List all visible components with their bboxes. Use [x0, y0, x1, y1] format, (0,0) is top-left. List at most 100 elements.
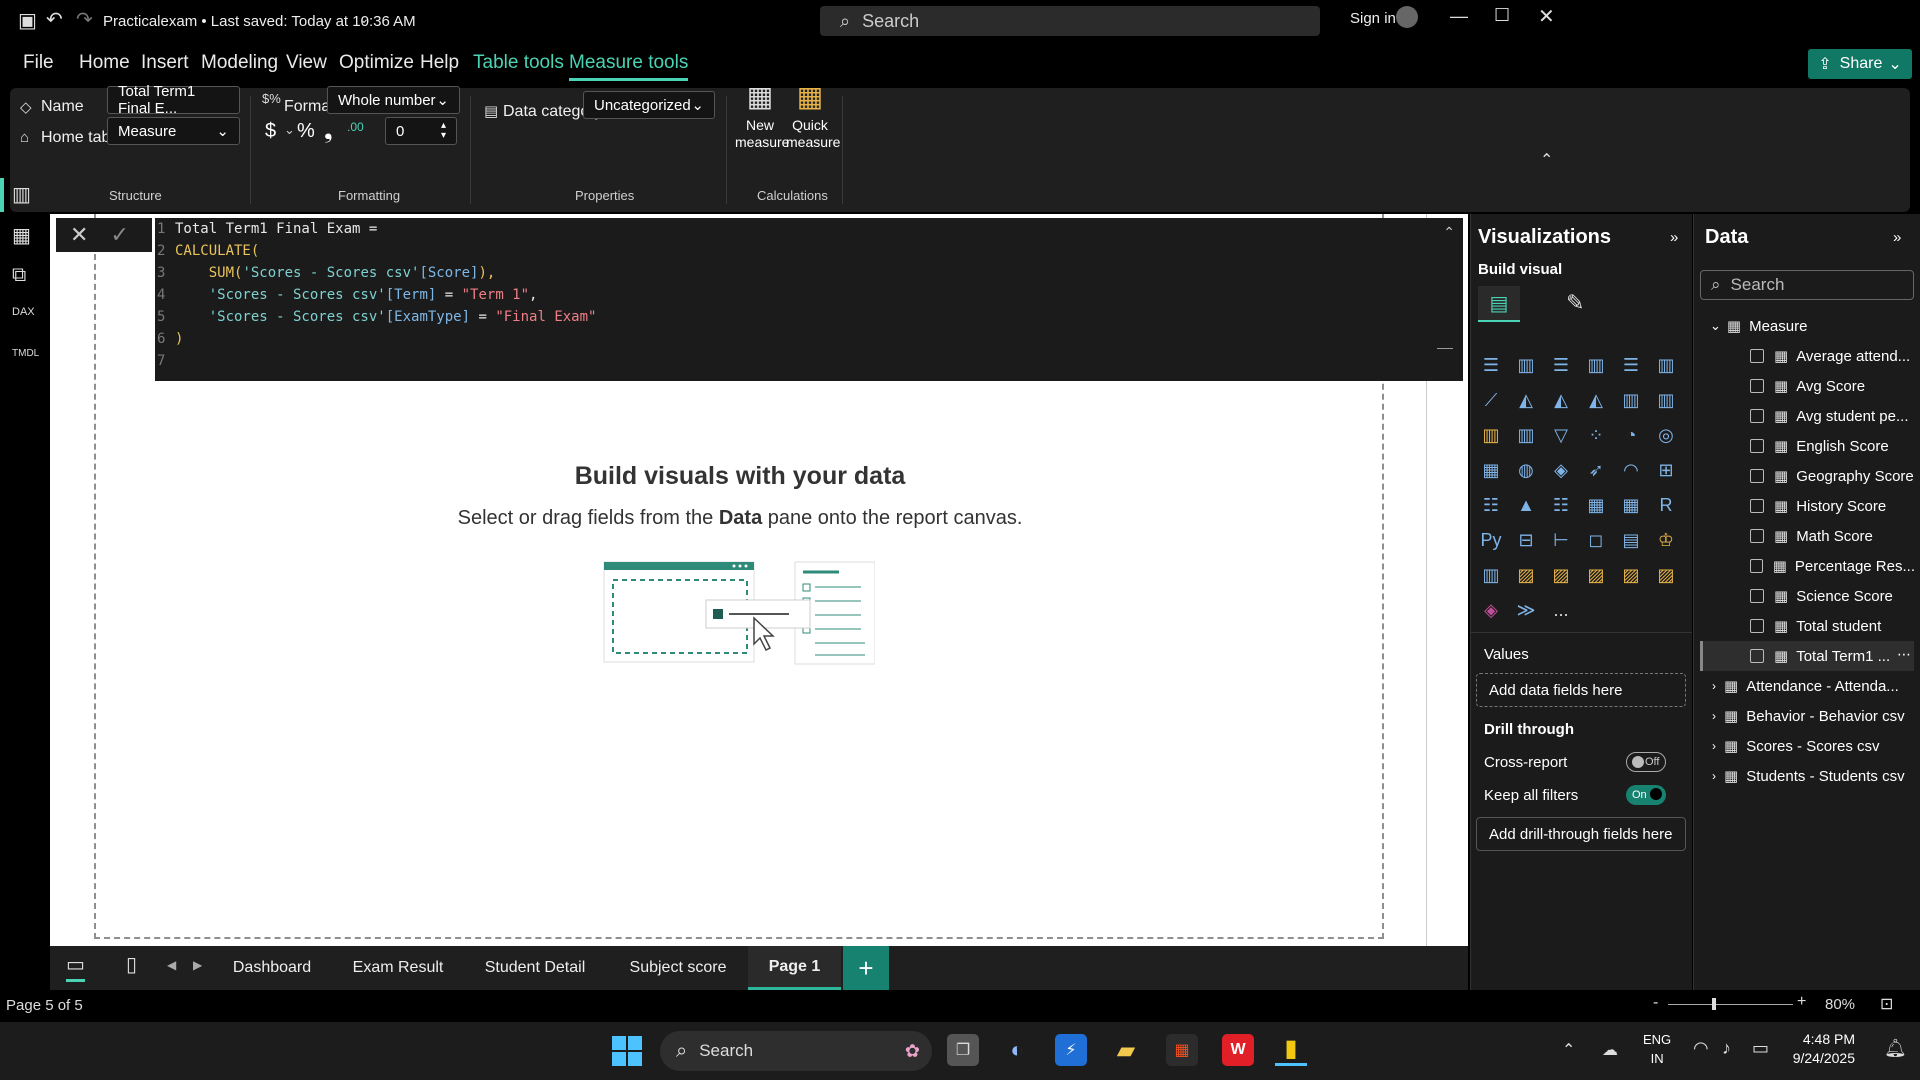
- format-visual-tab-icon[interactable]: ✎: [1566, 290, 1584, 316]
- checkbox[interactable]: [1750, 439, 1764, 453]
- app-icon[interactable]: ⚡: [1055, 1034, 1087, 1066]
- list-item[interactable]: ▦ English Score: [1750, 431, 1915, 461]
- tab-page-1[interactable]: Page 1: [748, 946, 841, 990]
- power-bi-icon[interactable]: ▮: [1275, 1034, 1307, 1066]
- cross-report-toggle[interactable]: Off: [1626, 752, 1666, 772]
- table-node-scores[interactable]: › ▦ Scores - Scores csv: [1712, 731, 1917, 761]
- tmdl-view-icon[interactable]: TMDL: [12, 348, 39, 359]
- goals-icon[interactable]: ♔: [1653, 527, 1679, 553]
- task-view-icon[interactable]: ❐: [947, 1034, 979, 1066]
- 100-stacked-area-chart-icon[interactable]: ◭: [1583, 387, 1609, 413]
- store-icon[interactable]: ▦: [1166, 1034, 1198, 1066]
- tab-student-detail[interactable]: Student Detail: [470, 946, 600, 990]
- maximize-icon[interactable]: ☐: [1494, 5, 1510, 26]
- custom-visual-1-icon[interactable]: ▨: [1583, 562, 1609, 588]
- add-page-button[interactable]: +: [843, 946, 889, 990]
- more-visuals-icon[interactable]: ...: [1548, 597, 1574, 623]
- volume-icon[interactable]: ♪: [1722, 1038, 1731, 1059]
- list-item[interactable]: ▦ Avg Score: [1750, 371, 1915, 401]
- decimal-icon[interactable]: .00: [347, 120, 364, 134]
- avatar[interactable]: [1396, 6, 1418, 28]
- collapse-pane-icon[interactable]: »: [1893, 229, 1901, 246]
- multi-row-card-icon[interactable]: ☷: [1478, 492, 1504, 518]
- tab-subject-score[interactable]: Subject score: [618, 946, 738, 990]
- data-search-input[interactable]: ⌕ Search: [1700, 270, 1914, 300]
- menu-help[interactable]: Help: [420, 52, 459, 74]
- decimal-places-stepper[interactable]: 0 ▴ ▾: [385, 117, 457, 145]
- data-category-select[interactable]: Uncategorized ⌄: [583, 91, 715, 119]
- menu-view[interactable]: View: [286, 52, 327, 74]
- list-item-selected[interactable]: ▦ Total Term1 ...: [1750, 641, 1915, 671]
- share-button[interactable]: ⇪ Share ⌄: [1808, 49, 1912, 79]
- funnel-icon[interactable]: ▽: [1548, 422, 1574, 448]
- list-item[interactable]: ▦ Average attend...: [1750, 341, 1915, 371]
- power-automate-logo-icon[interactable]: ≫: [1513, 597, 1539, 623]
- wifi-icon[interactable]: ◠: [1693, 1038, 1709, 1059]
- list-item[interactable]: ▦ Geography Score: [1750, 461, 1915, 491]
- clock[interactable]: 4:48 PM 9/24/2025: [1789, 1030, 1855, 1068]
- 100-stacked-column-chart-icon[interactable]: ▥: [1653, 352, 1679, 378]
- sign-in-link[interactable]: Sign in: [1350, 10, 1396, 27]
- zoom-slider[interactable]: [1668, 1004, 1793, 1005]
- narrative-icon[interactable]: ▤: [1618, 527, 1644, 553]
- list-item[interactable]: ▦ Science Score: [1750, 581, 1915, 611]
- treemap-icon[interactable]: ▦: [1478, 457, 1504, 483]
- ribbon-chart-icon[interactable]: ▥: [1478, 422, 1504, 448]
- file-explorer-icon[interactable]: ▰: [1110, 1034, 1142, 1066]
- formula-bar[interactable]: 1 Total Term1 Final Exam = 2 CALCULATE( 3 …: [155, 218, 1463, 381]
- stacked-area-chart-icon[interactable]: ◭: [1548, 387, 1574, 413]
- stacked-bar-chart-icon[interactable]: ☰: [1478, 352, 1504, 378]
- measure-table-node[interactable]: ⌄ ▦ Measure: [1710, 311, 1807, 341]
- list-item[interactable]: ▦ History Score: [1750, 491, 1915, 521]
- wps-office-icon[interactable]: W: [1222, 1034, 1254, 1066]
- checkbox[interactable]: [1750, 469, 1764, 483]
- new-measure-button[interactable]: ▦ New measure: [735, 80, 789, 151]
- menu-file[interactable]: File: [23, 52, 54, 74]
- python-visual-icon[interactable]: Py: [1478, 527, 1504, 553]
- zoom-level[interactable]: 80%: [1825, 996, 1855, 1013]
- matrix-icon[interactable]: ▦: [1618, 492, 1644, 518]
- power-automate-icon[interactable]: ▨: [1548, 562, 1574, 588]
- checkbox[interactable]: [1750, 349, 1764, 363]
- quick-measure-button[interactable]: ▦ Quick measure: [786, 80, 840, 151]
- menu-home[interactable]: Home: [79, 52, 130, 74]
- table-view-icon[interactable]: ▦: [12, 223, 31, 248]
- area-chart-icon[interactable]: ◭: [1513, 387, 1539, 413]
- menu-modeling[interactable]: Modeling: [201, 52, 278, 74]
- power-apps-icon[interactable]: ▨: [1513, 562, 1539, 588]
- format-select[interactable]: Whole number ⌄: [327, 86, 460, 114]
- comma-icon[interactable]: ❟: [324, 118, 333, 144]
- line-clustered-column-chart-icon[interactable]: ▥: [1653, 387, 1679, 413]
- stepper-arrows-icon[interactable]: ▴ ▾: [441, 121, 446, 141]
- collapse-pane-icon[interactable]: »: [1670, 229, 1678, 246]
- menu-optimize[interactable]: Optimize: [339, 52, 414, 74]
- report-view-icon[interactable]: ▥: [12, 182, 31, 207]
- key-influencers-icon[interactable]: ⊟: [1513, 527, 1539, 553]
- collapse-formula-icon[interactable]: ⌃: [1443, 224, 1455, 241]
- list-item[interactable]: ▦ Avg student pe...: [1750, 401, 1915, 431]
- fit-to-page-icon[interactable]: ⊡: [1880, 994, 1893, 1014]
- dax-query-view-icon[interactable]: DAX: [12, 306, 35, 318]
- checkbox[interactable]: [1750, 619, 1764, 633]
- windows-start-icon[interactable]: [612, 1036, 642, 1066]
- line-chart-icon[interactable]: ⟋: [1478, 387, 1504, 413]
- redo-icon[interactable]: ↷: [76, 7, 93, 32]
- slicer-icon[interactable]: ☷: [1548, 492, 1574, 518]
- zoom-in-icon[interactable]: +: [1797, 993, 1806, 1011]
- scatter-chart-icon[interactable]: ⁘: [1583, 422, 1609, 448]
- paginated-report-icon[interactable]: ▥: [1478, 562, 1504, 588]
- keep-all-filters-toggle[interactable]: On: [1626, 785, 1666, 805]
- kpi-icon[interactable]: ▲: [1513, 492, 1539, 518]
- 100-stacked-bar-chart-icon[interactable]: ☰: [1618, 352, 1644, 378]
- menu-table-tools[interactable]: Table tools: [473, 52, 564, 74]
- cancel-formula-icon[interactable]: ✕: [70, 222, 88, 248]
- save-icon[interactable]: ▣: [18, 8, 37, 33]
- checkbox[interactable]: [1750, 589, 1764, 603]
- chevron-down-icon[interactable]: ⌄: [358, 10, 370, 27]
- table-node-behavior[interactable]: › ▦ Behavior - Behavior csv: [1712, 701, 1917, 731]
- zoom-slider-handle[interactable]: [1712, 998, 1716, 1010]
- minimize-icon[interactable]: —: [1450, 6, 1468, 27]
- taskbar-search[interactable]: ⌕ Search ✿: [660, 1031, 932, 1071]
- next-page-icon[interactable]: ▶: [193, 958, 202, 972]
- language-indicator[interactable]: ENG IN: [1643, 1030, 1671, 1068]
